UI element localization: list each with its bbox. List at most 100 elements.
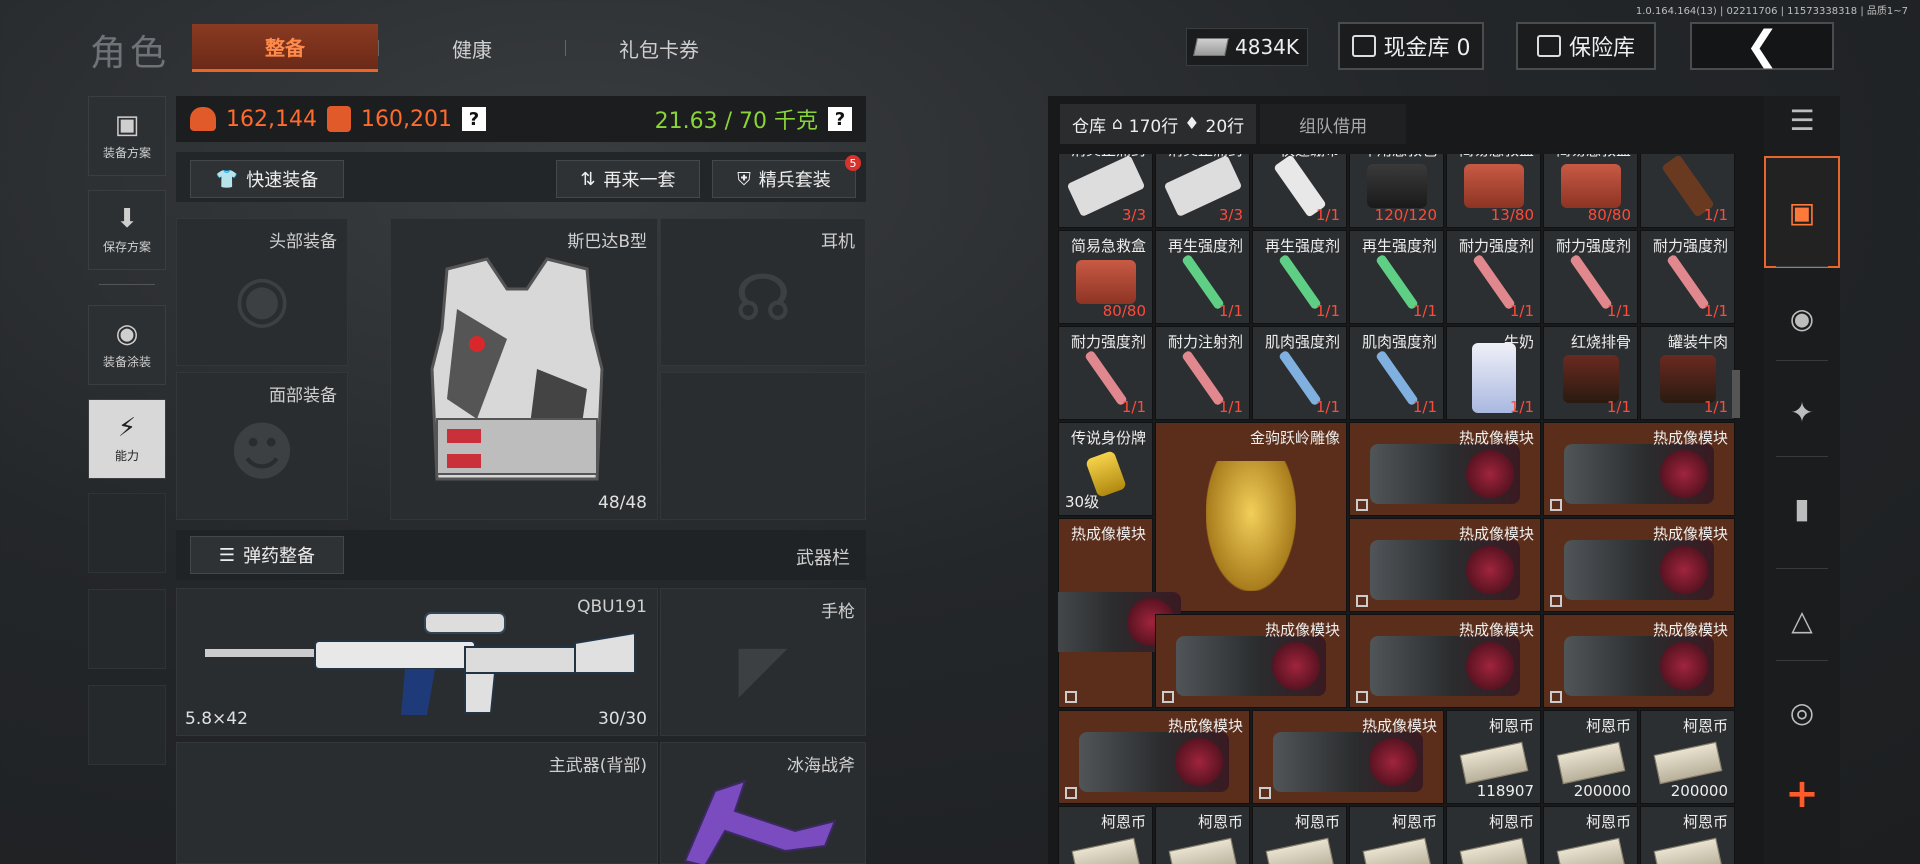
help-icon[interactable]: ? <box>461 107 486 131</box>
item-qty: 200000 <box>1573 782 1631 800</box>
elite-set-button[interactable]: ⛨ 精兵套装 5 <box>712 155 861 198</box>
stash-item[interactable]: 热成像模块 <box>1543 422 1735 516</box>
stash-item[interactable]: 简易急救盒 13/80 <box>1446 154 1541 228</box>
tab-team-borrow[interactable]: 组队借用 <box>1260 104 1407 144</box>
back-weapon-slot[interactable]: 主武器(背部) <box>176 742 658 864</box>
item-name: 热成像模块 <box>1458 621 1534 639</box>
syringe-icon <box>1180 253 1225 310</box>
stash-item[interactable]: 耐力强度剂 1/1 <box>1543 230 1638 324</box>
category-ammo[interactable]: △ <box>1764 578 1840 662</box>
stash-item[interactable]: 快速绷带 1/1 <box>1252 154 1347 228</box>
stash-item[interactable]: 柯恩币 200000 <box>1640 710 1735 804</box>
item-name: 热成像模块 <box>1652 429 1728 447</box>
stash-item[interactable]: 红烧排骨 1/1 <box>1543 326 1638 420</box>
stash-item[interactable]: 柯恩币 <box>1252 806 1347 864</box>
quick-equip-label: 快速装备 <box>246 170 319 191</box>
stash-item[interactable]: 耐力强度剂 1/1 <box>1640 230 1735 324</box>
tab-health[interactable]: 健康 <box>379 24 565 72</box>
syringe-icon <box>1374 349 1419 406</box>
back-button[interactable]: ❮ <box>1690 22 1834 70</box>
stash-item[interactable]: 简易急救盒 80/80 <box>1058 230 1153 324</box>
stash-item[interactable]: 热成像模块 <box>1349 518 1541 612</box>
stash-item[interactable]: 军用急救包 120/120 <box>1349 154 1444 228</box>
stash-item[interactable]: 热成像模块 <box>1349 422 1541 516</box>
item-name: 消炎止痛药 <box>1168 154 1243 160</box>
cash-vault-button[interactable]: 现金库 0 <box>1338 22 1484 70</box>
stash-item[interactable]: 热成像模块 <box>1543 518 1735 612</box>
weight-help-icon[interactable]: ? <box>828 107 852 131</box>
category-stack[interactable]: ☰ <box>1764 100 1840 140</box>
head-slot[interactable]: 头部装备 ◉ <box>176 218 348 366</box>
item-name: 热成像模块 <box>1167 717 1243 735</box>
stash-item[interactable]: 再生强度剂 1/1 <box>1252 230 1347 324</box>
vest-icon: ▣ <box>114 109 140 140</box>
item-qty: 200000 <box>1670 782 1728 800</box>
pistol-slot-label: 手枪 <box>821 602 855 622</box>
stash-item[interactable]: 柯恩币 <box>1543 806 1638 864</box>
stash-item[interactable]: 柯恩币 118907 <box>1446 710 1541 804</box>
stash-item[interactable]: 热成像模块 <box>1058 710 1250 804</box>
rifle-caliber: 5.8×42 <box>185 709 248 729</box>
helmet-icon: ◉ <box>115 318 139 349</box>
save-plan-button[interactable]: ⬇ 保存方案 <box>88 190 166 270</box>
category-plus[interactable]: + <box>1764 764 1840 824</box>
item-name: 耐力注射剂 <box>1167 333 1243 351</box>
stash-item[interactable]: 简易急救盒 80/80 <box>1543 154 1638 228</box>
stash-item[interactable]: 金驹跃岭雕像 <box>1155 422 1347 612</box>
rifle-slot[interactable]: QBU191 5.8×42 30/30 <box>176 588 658 736</box>
stash-item[interactable]: 再生强度剂 1/1 <box>1155 230 1250 324</box>
backpack-slot[interactable] <box>660 372 866 520</box>
safebox-button[interactable]: 保险库 <box>1516 22 1656 70</box>
stash-item[interactable]: 肌肉强度剂 1/1 <box>1252 326 1347 420</box>
skin-button[interactable]: ◉ 装备涂装 <box>88 305 166 385</box>
stash-item[interactable]: 1/1 <box>1640 154 1735 228</box>
stash-item[interactable]: 牛奶 1/1 <box>1446 326 1541 420</box>
stash-item[interactable]: 热成像模块 <box>1058 518 1181 708</box>
stash-scrollbar[interactable] <box>1732 370 1740 418</box>
stash-item[interactable]: 柯恩币 200000 <box>1543 710 1638 804</box>
item-name: 耐力强度剂 <box>1458 237 1534 255</box>
box-icon <box>1356 691 1368 703</box>
tab-gift-cards[interactable]: 礼包卡券 <box>566 24 752 72</box>
stash-item[interactable]: 消炎止痛药 3/3 <box>1058 154 1153 228</box>
rifle-icon: ✦ <box>1790 395 1814 429</box>
stash-item[interactable]: 柯恩币 <box>1349 806 1444 864</box>
stash-item[interactable]: 耐力注射剂 1/1 <box>1155 326 1250 420</box>
melee-slot[interactable]: 冰海战斧 <box>660 742 866 864</box>
stash-item[interactable]: 热成像模块 <box>1155 614 1347 708</box>
quick-equip-button[interactable]: 👕 快速装备 <box>190 160 344 198</box>
stash-item[interactable]: 再生强度剂 1/1 <box>1349 230 1444 324</box>
stash-item[interactable]: 传说身份牌 30级 <box>1058 422 1153 516</box>
face-slot[interactable]: 面部装备 ☻ <box>176 372 348 520</box>
stash-item[interactable]: 热成像模块 <box>1543 614 1735 708</box>
ability-button[interactable]: ⚡ 能力 <box>88 399 166 479</box>
armor-slot[interactable]: 斯巴达B型 48/48 <box>390 218 658 520</box>
stash-rows-b: 20行 <box>1205 116 1245 137</box>
headset-slot[interactable]: 耳机 ☊ <box>660 218 866 366</box>
repeat-loadout-button[interactable]: ⇅ 再来一套 <box>556 160 700 198</box>
category-magazine[interactable]: ▮ <box>1764 466 1840 550</box>
stash-item[interactable]: 罐装牛肉 1/1 <box>1640 326 1735 420</box>
tab-outfit[interactable]: 整备 <box>192 24 378 72</box>
category-layers[interactable]: ▣ <box>1764 156 1840 268</box>
stash-item[interactable]: 柯恩币 <box>1058 806 1153 864</box>
pistol-slot[interactable]: 手枪 ◤ <box>660 588 866 736</box>
syringe-icon <box>1374 253 1419 310</box>
ammo-equip-button[interactable]: ☰ 弹药整备 <box>190 536 344 574</box>
stash-item[interactable]: 热成像模块 <box>1349 614 1541 708</box>
stash-item[interactable]: 耐力强度剂 1/1 <box>1446 230 1541 324</box>
category-rifle[interactable]: ✦ <box>1764 370 1840 454</box>
stash-item[interactable]: 柯恩币 <box>1155 806 1250 864</box>
stash-item[interactable]: 肌肉强度剂 1/1 <box>1349 326 1444 420</box>
stash-item[interactable]: 柯恩币 <box>1446 806 1541 864</box>
stash-item[interactable]: 耐力强度剂 1/1 <box>1058 326 1153 420</box>
stash-item[interactable]: 柯恩币 <box>1640 806 1735 864</box>
stash-item[interactable]: 热成像模块 <box>1252 710 1444 804</box>
category-scope[interactable]: ◎ <box>1764 670 1840 754</box>
tab-stash[interactable]: 仓库 ⌂ 170行 ♦ 20行 <box>1060 104 1257 144</box>
stash-item[interactable]: 消炎止痛药 3/3 <box>1155 154 1250 228</box>
category-helmet[interactable]: ◉ <box>1764 276 1840 360</box>
money-display: 4834K <box>1186 28 1308 66</box>
save-plan-label: 保存方案 <box>102 239 151 254</box>
loadout-plan-button[interactable]: ▣ 装备方案 <box>88 96 166 176</box>
